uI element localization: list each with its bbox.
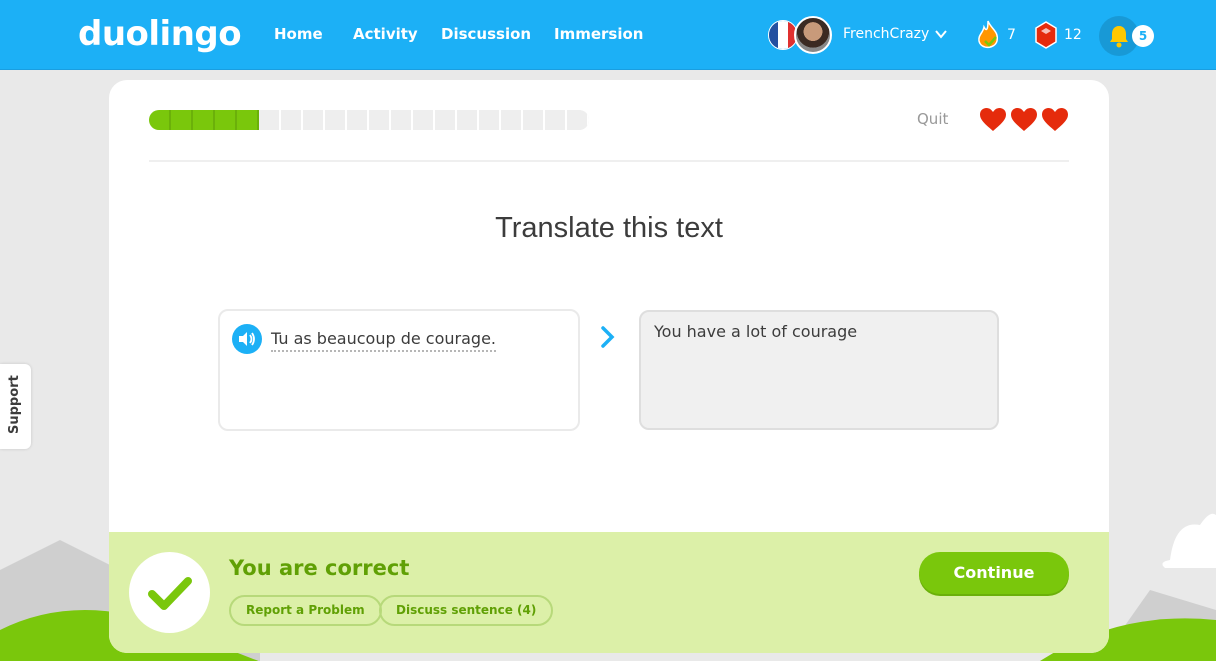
nav-immersion-link[interactable]: Immersion	[554, 25, 643, 43]
streak-flame-icon[interactable]	[975, 19, 1001, 51]
notification-badge: 5	[1132, 25, 1154, 47]
progress-segment	[347, 110, 369, 130]
progress-segment	[193, 110, 215, 130]
nav-discussion-link[interactable]: Discussion	[441, 25, 531, 43]
progress-segment	[545, 110, 567, 130]
nav-home-link[interactable]: Home	[274, 25, 323, 43]
correct-badge	[129, 552, 210, 633]
progress-segment	[523, 110, 545, 130]
header-divider	[149, 160, 1069, 162]
top-navbar: duolingo Home Activity Discussion Immers…	[0, 0, 1216, 70]
progress-segment	[149, 110, 171, 130]
answer-textarea[interactable]: You have a lot of courage	[639, 310, 999, 430]
page-title: Translate this text	[495, 212, 723, 244]
progress-segment	[567, 110, 589, 130]
source-sentence-box: Tu as beaucoup de courage.	[218, 309, 580, 431]
avatar[interactable]	[794, 16, 832, 54]
heart-icon	[1042, 108, 1068, 131]
gems-count: 12	[1064, 27, 1082, 43]
source-sentence[interactable]: Tu as beaucoup de courage.	[271, 329, 496, 352]
progress-segment	[369, 110, 391, 130]
speaker-button[interactable]	[232, 324, 262, 354]
report-problem-button[interactable]: Report a Problem	[229, 595, 382, 626]
progress-segment	[237, 110, 259, 130]
support-label: Support	[7, 375, 22, 434]
progress-segment	[215, 110, 237, 130]
heart-icon	[980, 108, 1006, 131]
progress-segment	[171, 110, 193, 130]
duolingo-logo[interactable]: duolingo	[78, 14, 242, 54]
progress-segment	[303, 110, 325, 130]
support-tab[interactable]: Support	[0, 364, 31, 449]
chevron-right-icon	[601, 326, 615, 348]
feedback-footer: You are correct Report a Problem Discuss…	[109, 532, 1109, 653]
bell-icon	[1110, 26, 1128, 48]
progress-segment	[435, 110, 457, 130]
progress-segment	[325, 110, 347, 130]
hearts-container	[979, 107, 1069, 133]
progress-segment	[281, 110, 303, 130]
progress-segment	[413, 110, 435, 130]
username-label[interactable]: FrenchCrazy	[843, 26, 929, 42]
progress-segment	[479, 110, 501, 130]
chevron-down-icon[interactable]	[934, 27, 948, 41]
continue-button[interactable]: Continue	[919, 552, 1069, 594]
lesson-progress-bar	[149, 110, 589, 130]
feedback-status: You are correct	[229, 556, 410, 580]
lesson-card: Quit Translate this text Tu as beaucoup …	[109, 80, 1109, 653]
progress-segment	[457, 110, 479, 130]
progress-segment	[501, 110, 523, 130]
progress-segment	[259, 110, 281, 130]
speaker-icon	[239, 332, 255, 346]
streak-count: 7	[1007, 27, 1016, 43]
gem-icon[interactable]	[1034, 20, 1058, 50]
heart-icon	[1011, 108, 1037, 131]
nav-activity-link[interactable]: Activity	[353, 25, 418, 43]
discuss-sentence-button[interactable]: Discuss sentence (4)	[379, 595, 554, 626]
checkmark-icon	[148, 577, 192, 610]
progress-segment	[391, 110, 413, 130]
quit-button[interactable]: Quit	[917, 110, 948, 128]
